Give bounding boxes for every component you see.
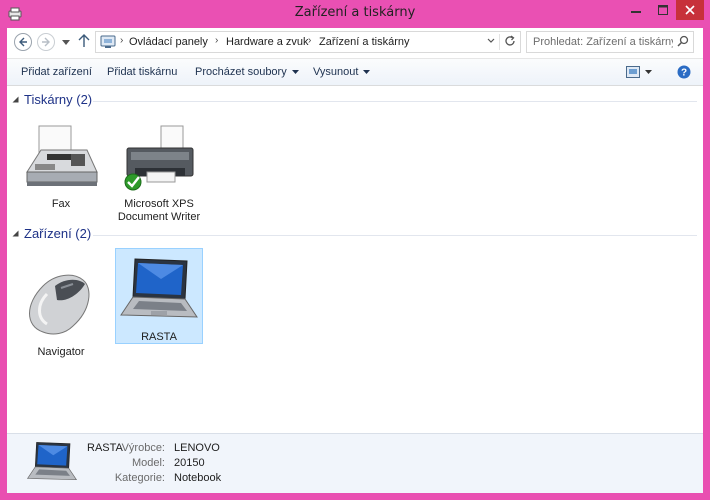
browse-files-label: Procházet soubory [195,66,287,78]
device-label: Fax [51,198,71,210]
details-label-manufacturer: Výrobce: [121,442,165,454]
change-view-button[interactable] [626,66,652,78]
breadcrumb-separator-icon[interactable]: › [308,35,311,46]
title-bar[interactable]: Zařízení a tiskárny [0,0,710,28]
device-label: Navigator [37,346,85,358]
dropdown-arrow-icon [363,69,371,74]
breadcrumb-hardware-sound[interactable]: Hardware a zvuk [226,36,309,48]
collapse-chevron-icon [12,96,19,103]
address-bar[interactable]: › Ovládací panely › Hardware a zvuk › Za… [95,31,521,53]
device-navigator[interactable]: Navigator [17,264,105,359]
collapse-chevron-icon [12,230,19,237]
view-icon [626,66,640,78]
device-rasta[interactable]: RASTA [115,248,203,344]
window-title: Zařízení a tiskárny [294,5,416,20]
group-header-devices[interactable]: Zařízení (2) [12,226,91,241]
close-button[interactable] [676,0,704,20]
add-device-button[interactable]: Přidat zařízení [21,66,92,78]
client-area: › Ovládací panely › Hardware a zvuk › Za… [7,28,703,493]
details-value-model: 20150 [174,457,205,469]
minimize-button[interactable] [622,0,650,20]
up-button[interactable] [78,34,90,51]
details-value-manufacturer: LENOVO [174,442,220,454]
mouse-icon [29,274,90,335]
help-icon[interactable]: ? [677,65,691,82]
group-header-printers[interactable]: Tiskárny (2) [12,92,92,107]
breadcrumb-control-panel[interactable]: Ovládací panely [129,36,208,48]
group-divider [93,101,697,102]
device-label: Microsoft XPS Document Writer [117,198,201,223]
search-input[interactable] [533,35,673,49]
eject-label: Vysunout [313,66,359,78]
forward-button[interactable] [37,33,55,51]
back-button[interactable] [14,33,32,51]
breadcrumb-separator-icon[interactable]: › [120,35,123,46]
details-label-category: Kategorie: [114,472,165,484]
address-history-chevron-icon[interactable] [486,36,496,49]
laptop-icon [26,442,78,481]
devices-content-pane: Tiskárny (2) Fax Microsoft XPS Document … [7,86,703,433]
window-frame: Zařízení a tiskárny › Ovládací panely › … [0,0,710,500]
svg-text:?: ? [681,68,687,79]
eject-button[interactable]: Vysunout [313,66,371,78]
control-panel-icon [100,35,116,52]
recent-locations-dropdown[interactable] [62,37,70,49]
search-box[interactable] [526,31,694,53]
device-fax[interactable]: Fax [17,124,105,211]
browse-files-button[interactable]: Procházet soubory [195,66,299,78]
fax-icon [26,125,98,186]
group-divider [93,235,697,236]
printer-icon [124,125,194,191]
device-label: RASTA [141,331,177,343]
laptop-icon [120,258,198,318]
details-pane: RASTA Výrobce: LENOVO Model: 20150 Kateg… [7,433,703,493]
group-title-printers: Tiskárny (2) [24,92,93,107]
breadcrumb-devices-printers[interactable]: Zařízení a tiskárny [319,36,409,48]
command-bar: Přidat zařízení Přidat tiskárnu Procháze… [7,58,703,86]
details-label-model: Model: [131,457,165,469]
navigation-bar: › Ovládací panely › Hardware a zvuk › Za… [7,28,703,58]
details-value-category: Notebook [174,472,222,484]
address-divider [499,34,500,50]
group-title-devices: Zařízení (2) [24,226,92,241]
maximize-button[interactable] [650,0,676,20]
add-printer-button[interactable]: Přidat tiskárnu [107,66,177,78]
breadcrumb-separator-icon[interactable]: › [215,35,218,46]
search-icon[interactable] [677,35,689,50]
dropdown-arrow-icon [291,69,299,74]
dropdown-arrow-icon [645,69,652,74]
device-microsoft-xps-document-writer[interactable]: Microsoft XPS Document Writer [115,124,203,224]
refresh-icon[interactable] [504,35,516,50]
